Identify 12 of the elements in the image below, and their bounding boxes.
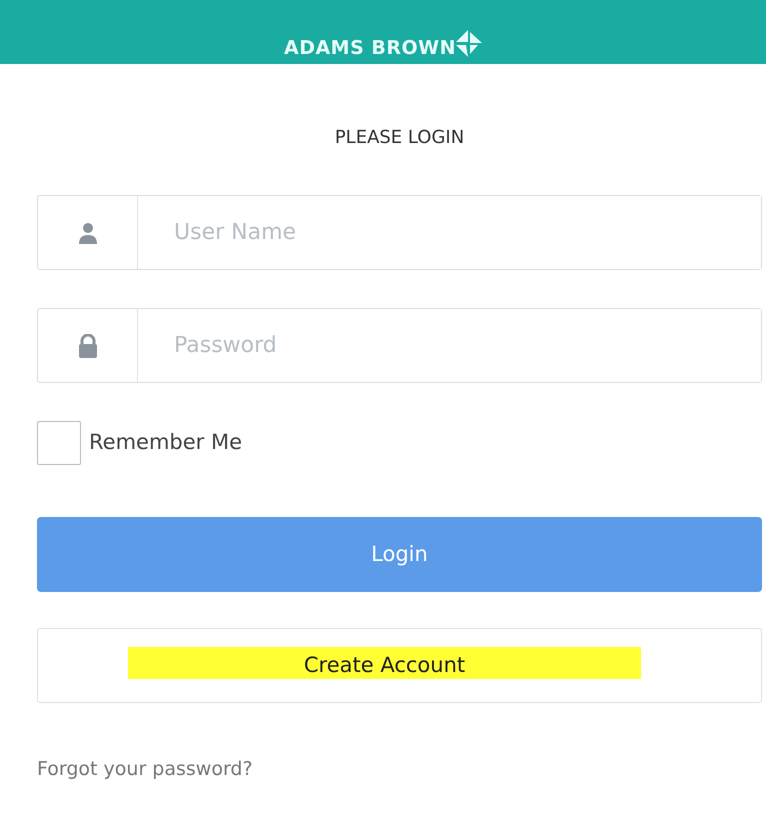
login-button[interactable]: Login [37,517,762,592]
logo-text: ADAMS BROWN [284,39,456,58]
user-icon [76,222,98,244]
password-field[interactable]: Password [37,308,762,383]
remember-label: Remember Me [89,429,242,456]
create-account-button[interactable]: Create Account [37,628,762,703]
logo-icon [456,30,482,58]
forgot-password-link[interactable]: Forgot your password? [37,755,253,784]
login-heading: PLEASE LOGIN [334,126,466,150]
username-field[interactable]: User Name [37,195,762,270]
lock-icon [78,334,98,358]
remember-checkbox[interactable] [37,421,81,465]
